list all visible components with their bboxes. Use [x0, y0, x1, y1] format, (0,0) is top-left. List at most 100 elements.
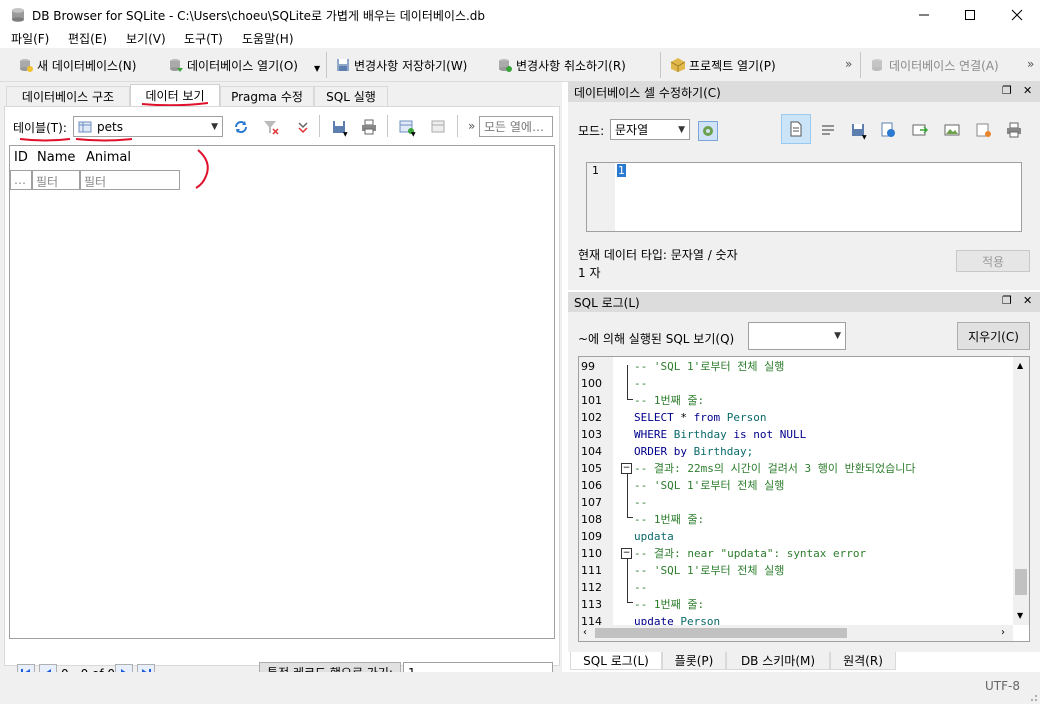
sql-log-editor[interactable]: 99 -- 'SQL 1'로부터 전체 실행 100 -- 101 -- 1번째 줄: 10… [578, 356, 1030, 642]
float-pane-icon[interactable]: ❐ [1002, 84, 1012, 97]
vertical-scroll-thumb[interactable] [1015, 569, 1027, 595]
column-header-animal[interactable]: Animal [86, 150, 131, 165]
name-filter-input[interactable]: 필터 [32, 170, 80, 190]
fold-toggle-icon[interactable]: − [621, 548, 632, 559]
tab-execute-sql[interactable]: SQL 실행 [314, 86, 388, 106]
log-line-number: 107 [581, 496, 602, 509]
insert-dropdown-icon[interactable]: ▼ [411, 131, 416, 138]
tab-sql-log[interactable]: SQL 로그(L) [570, 652, 662, 670]
shown-by-select[interactable]: ▼ [748, 322, 846, 350]
tab-remote[interactable]: 원격(R) [830, 652, 896, 670]
clear-log-button[interactable]: 지우기(C) [957, 322, 1030, 350]
minimize-icon [919, 14, 929, 16]
chevron-down-icon: ▼ [211, 121, 218, 132]
set-null-icon[interactable] [976, 122, 992, 138]
database-icon [12, 8, 24, 22]
browse-toolbar-overflow[interactable]: » [468, 119, 475, 133]
menu-view[interactable]: 보기(V) [126, 30, 166, 47]
log-line-text: -- 'SQL 1'로부터 전체 실행 [634, 564, 785, 577]
float-pane-icon[interactable]: ❐ [1002, 294, 1012, 307]
text-mode-toggle[interactable] [781, 114, 811, 144]
log-line-number: 102 [581, 411, 602, 424]
auto-format-icon[interactable] [698, 121, 718, 141]
close-pane-icon[interactable]: ✕ [1023, 84, 1032, 97]
image-icon[interactable] [944, 122, 960, 138]
log-line-number: 110 [581, 547, 602, 560]
table-select[interactable]: pets ▼ [73, 116, 223, 137]
word-wrap-icon[interactable] [820, 122, 836, 138]
menu-tools[interactable]: 도구(T) [184, 30, 223, 47]
open-database-button[interactable]: 데이터베이스 열기(O) [168, 55, 298, 75]
column-header-id[interactable]: ID [14, 150, 28, 165]
log-line-number: 111 [581, 564, 602, 577]
open-database-dropdown-icon[interactable]: ▼ [314, 64, 320, 73]
print-icon[interactable] [361, 119, 377, 135]
print-icon[interactable] [1006, 122, 1022, 138]
close-button[interactable] [994, 0, 1040, 30]
write-changes-button[interactable]: 변경사항 저장하기(W) [335, 55, 467, 75]
clear-sorting-icon[interactable] [295, 119, 311, 135]
delete-record-icon[interactable] [431, 119, 447, 135]
tab-database-structure[interactable]: 데이터베이스 구조 [6, 86, 130, 106]
red-underline-annotation [75, 138, 133, 142]
horizontal-scroll-thumb[interactable] [595, 628, 847, 638]
row-filter-cell: … [10, 170, 32, 190]
filter-all-columns-input[interactable]: 모든 열에… [479, 116, 553, 137]
log-line-text: SELECT * from Person [634, 411, 767, 424]
toolbar-overflow-button-2[interactable]: » [1027, 57, 1034, 71]
scroll-down-icon[interactable]: ▼ [1017, 611, 1023, 620]
save-changes-icon [337, 59, 349, 71]
table-icon [78, 121, 92, 132]
clear-filters-icon[interactable] [263, 119, 279, 135]
menu-bar: 파일(F) 편집(E) 보기(V) 도구(T) 도움말(H) [0, 28, 1040, 48]
tab-db-schema[interactable]: DB 스키마(M) [726, 652, 830, 670]
save-dropdown-icon[interactable]: ▼ [343, 131, 348, 138]
scroll-up-icon[interactable]: ▲ [1017, 361, 1023, 370]
log-line-number: 109 [581, 530, 602, 543]
import-dropdown-icon[interactable]: ▼ [862, 134, 867, 141]
animal-filter-input[interactable]: 필터 [80, 170, 180, 190]
cell-value-editor[interactable]: 1 1 [586, 162, 1022, 232]
fold-toggle-icon[interactable]: − [621, 463, 632, 474]
apply-button[interactable]: 적용 [956, 250, 1030, 272]
cell-editor-header: 데이터베이스 셀 수정하기(C) ❐ ✕ [568, 82, 1040, 102]
scroll-right-icon[interactable]: › [1001, 627, 1005, 638]
red-bracket-annotation [195, 149, 209, 189]
open-project-button[interactable]: 프로젝트 열기(P) [670, 55, 776, 75]
column-header-name[interactable]: Name [37, 150, 75, 165]
menu-file[interactable]: 파일(F) [11, 30, 49, 47]
log-line-text: -- 결과: 22ms의 시간이 걸려서 3 행이 반환되었습니다 [634, 462, 916, 475]
data-type-label: 현재 데이터 타입: 문자열 / 숫자 [578, 248, 738, 262]
log-line-text: -- [634, 581, 648, 594]
maximize-button[interactable] [947, 0, 993, 30]
apply-to-cell-icon[interactable] [912, 122, 928, 138]
document-icon [790, 121, 802, 137]
log-line-text: ORDER by Birthday; [634, 445, 754, 458]
table-label: 테이블(T): [13, 121, 67, 135]
export-icon[interactable] [880, 122, 896, 138]
attach-database-button[interactable]: 데이터베이스 연결(A) [870, 55, 999, 75]
open-database-icon [170, 59, 183, 72]
toolbar-overflow-button[interactable]: » [845, 57, 852, 71]
horizontal-scrollbar[interactable]: ‹ › [579, 625, 1013, 641]
new-database-button[interactable]: 새 데이터베이스(N) [18, 55, 136, 75]
vertical-scrollbar[interactable]: ▲ ▼ [1013, 357, 1029, 625]
log-line-number: 104 [581, 445, 602, 458]
mode-select[interactable]: 문자열 ▼ [610, 119, 690, 140]
main-toolbar: 새 데이터베이스(N) 데이터베이스 열기(O) ▼ 변경사항 저장하기(W) … [0, 48, 1040, 82]
toolbar-separator [457, 115, 458, 137]
resize-grip-icon[interactable] [1026, 690, 1038, 702]
log-line-number: 113 [581, 598, 602, 611]
tab-plot[interactable]: 플롯(P) [662, 652, 726, 670]
menu-help[interactable]: 도움말(H) [242, 30, 294, 47]
menu-edit[interactable]: 편집(E) [68, 30, 107, 47]
refresh-icon[interactable] [233, 119, 249, 135]
left-pane: 데이터베이스 구조 데이터 보기 Pragma 수정 SQL 실행 테이블(T)… [0, 82, 562, 683]
minimize-button[interactable] [901, 0, 947, 30]
title-bar: DB Browser for SQLite - C:\Users\choeu\S… [0, 0, 1040, 30]
scroll-left-icon[interactable]: ‹ [583, 627, 587, 638]
revert-changes-button[interactable]: 변경사항 취소하기(R) [497, 55, 626, 75]
tab-edit-pragmas[interactable]: Pragma 수정 [220, 86, 314, 106]
log-line-number: 99 [581, 360, 595, 373]
close-pane-icon[interactable]: ✕ [1023, 294, 1032, 307]
